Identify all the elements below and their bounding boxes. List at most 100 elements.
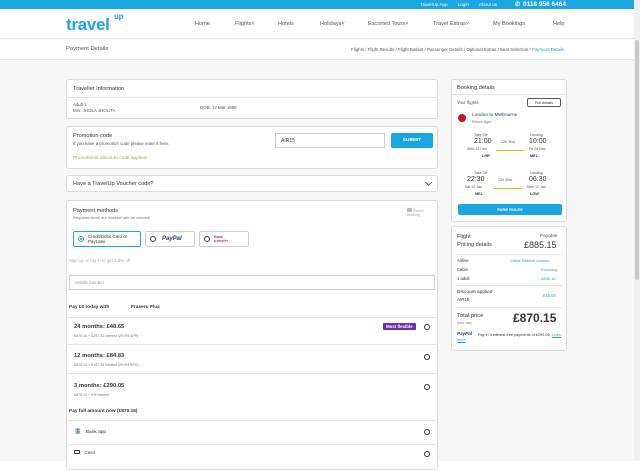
traveller-heading: Traveller Information — [73, 86, 125, 92]
payable-amount: £885.15 — [524, 240, 557, 250]
fare-rules-button[interactable]: FARE RULES — [458, 204, 562, 215]
promotion-card: Promotion code If you have a promotion c… — [66, 126, 438, 169]
phone-number[interactable]: ✆ 0118 956 6464 — [515, 0, 566, 9]
top-links: TravelUp App Login About us — [420, 0, 497, 9]
crumb-payment-details: Payment Details — [532, 47, 564, 52]
promo-applied-message: Promotional discount code applied! — [73, 156, 148, 161]
paypal-logo: PayPal — [162, 236, 182, 242]
out-takeoff-time: 21:00 — [474, 138, 492, 145]
signup-discount-text[interactable]: Sign up or log in to get 1.5% off — [69, 258, 130, 263]
bank-transfer-logo: Bank transfer — [214, 235, 229, 243]
crumb-passenger-details[interactable]: Passenger Details — [427, 47, 463, 52]
promo-code-input[interactable]: AIR15 — [275, 133, 385, 148]
mobile-number-input[interactable]: Mobile number — [69, 275, 435, 290]
nav-help[interactable]: Help — [553, 21, 565, 27]
top-link-app[interactable]: TravelUp App — [420, 2, 448, 7]
discount-amount: £15.00 — [543, 293, 556, 298]
crumb-flights[interactable]: Flights — [351, 47, 364, 52]
plan-12-radio[interactable] — [424, 354, 430, 360]
site-header: travel up Home Flights˅ Hotels Holidays˅… — [0, 9, 634, 39]
plan-12-sub: £870.15 + £147.76 interest (29.9% APR) — [74, 363, 139, 367]
your-flights-label: Your flights — [457, 100, 479, 105]
plan-24-sub: £870.15 + £297.51 interest (29.9% APR) — [74, 334, 139, 338]
pay-option-card[interactable]: Credit/Debit Card or PayLater — [73, 231, 141, 247]
payment-heading: Payment methods — [73, 208, 119, 214]
nav-hotels[interactable]: Hotels — [278, 21, 294, 27]
card-radio[interactable] — [424, 451, 430, 457]
airline-logo-icon — [458, 114, 466, 122]
crumb-flight-results[interactable]: Flight Results — [368, 47, 395, 52]
plan-3-title: 3 months: £290.05 — [74, 383, 125, 389]
voucher-card[interactable]: Have a TravelUp Voucher code? — [66, 175, 438, 192]
traveller-type: Adult 1 — [73, 102, 87, 107]
crumb-flight-basket[interactable]: Flight Basket — [398, 47, 423, 52]
trip-type: Return flight — [472, 120, 492, 124]
traveller-name: Mrs. JHOLA JHOLITA — [73, 108, 116, 113]
plan-24-radio[interactable] — [424, 324, 430, 330]
payable-label: Payable — [540, 234, 558, 239]
airline-name: China Eastern Airlines — [510, 258, 550, 263]
plan-3-sub: £870.15 + 0% interest — [74, 393, 110, 397]
top-link-about[interactable]: About us — [479, 2, 497, 7]
most-flexible-badge: Most flexible — [383, 323, 416, 330]
traveller-card: Traveller Information Adult 1 Mrs. JHOLA… — [66, 79, 438, 119]
nav-travel-extras[interactable]: Travel Extras˅ — [433, 21, 469, 27]
card-icon — [74, 450, 80, 454]
out-landing-time: 10:00 — [529, 138, 547, 145]
travelup-logo[interactable]: travel up — [66, 12, 123, 35]
adult-price: £885.15 — [541, 276, 556, 281]
secure-booking: Secure Booking — [407, 208, 425, 217]
booking-heading: Booking details — [457, 85, 495, 91]
flight-label: Flight — [457, 234, 471, 240]
pay-full-label: Pay full amount now (£870.15) — [69, 409, 138, 414]
scrollbar-thumb[interactable] — [635, 40, 639, 280]
booking-details-card: Booking details Your flights Full detail… — [451, 79, 567, 222]
nav-my-bookings[interactable]: My Bookings — [493, 21, 525, 27]
phone-icon: ✆ — [514, 2, 520, 8]
radio-icon — [150, 236, 156, 242]
ret-duration: 23h 30m — [498, 178, 512, 182]
chevron-down-icon — [424, 178, 433, 187]
card-option[interactable]: Card — [74, 450, 95, 456]
page-scrollbar[interactable] — [634, 0, 640, 461]
plan-24-title: 24 months: £48.65 — [74, 324, 125, 330]
plan-12-title: 12 months: £84.83 — [74, 353, 125, 359]
pay-option-paypal[interactable]: PayPal — [145, 231, 195, 247]
bank-app-radio[interactable] — [424, 429, 430, 435]
pay-today-label: Pay £0 today with — [69, 305, 110, 310]
top-link-login[interactable]: Login — [458, 2, 469, 7]
promo-heading: Promotion code — [73, 133, 113, 139]
paypal-pay3-text: Pay in 3 interest-free payments of £290.… — [457, 333, 562, 342]
pricing-details-label: Pricing details — [457, 242, 492, 248]
nav-flights[interactable]: Flights˅ — [235, 21, 255, 27]
main-content: Traveller Information Adult 1 Mrs. JHOLA… — [0, 60, 634, 470]
total-note: (incl. tax) — [457, 321, 472, 325]
plan-3-radio[interactable] — [424, 384, 430, 390]
route-title: London to Melbourne — [472, 113, 518, 118]
discount-code: AIR15 — [457, 297, 470, 302]
promo-hint: If you have a promotion code please ente… — [73, 141, 170, 146]
crumb-optional-extras[interactable]: Optional Extras — [466, 47, 496, 52]
page-title: Payment Details — [66, 46, 109, 52]
radio-icon — [204, 236, 210, 242]
discount-label: Discount applied — [457, 290, 493, 295]
bank-app-option[interactable]: 🏦 Bank app — [74, 428, 106, 435]
total-price: £870.15 — [513, 311, 557, 325]
bank-icon: 🏦 — [74, 429, 82, 435]
lock-icon — [407, 208, 412, 212]
pricing-card: Flight Pricing details Payable £885.15 A… — [451, 226, 567, 351]
nav-escorted-tours[interactable]: Escorted Tours˅ — [368, 21, 409, 27]
nav-home[interactable]: Home — [195, 21, 210, 27]
traveller-dob: DOB: 17 Mar 1999 — [200, 105, 237, 110]
promo-submit-button[interactable]: SUBMIT — [391, 133, 433, 148]
breadcrumb-bar: Payment Details Flights / Flight Results… — [0, 40, 634, 60]
pay-option-bank-transfer[interactable]: Bank transfer — [199, 231, 249, 247]
breadcrumb: Flights / Flight Results / Flight Basket… — [351, 47, 564, 52]
ret-landing-time: 06:30 — [529, 176, 547, 183]
crumb-seat-selection[interactable]: Seat Selection — [500, 47, 528, 52]
required-note: Required items are marked with an asteri… — [73, 215, 150, 220]
nav-holidays[interactable]: Holidays˅ — [320, 21, 345, 27]
full-details-button[interactable]: Full details — [527, 98, 561, 107]
radio-selected-icon — [78, 236, 84, 242]
voucher-heading: Have a TravelUp Voucher code? — [73, 181, 154, 187]
